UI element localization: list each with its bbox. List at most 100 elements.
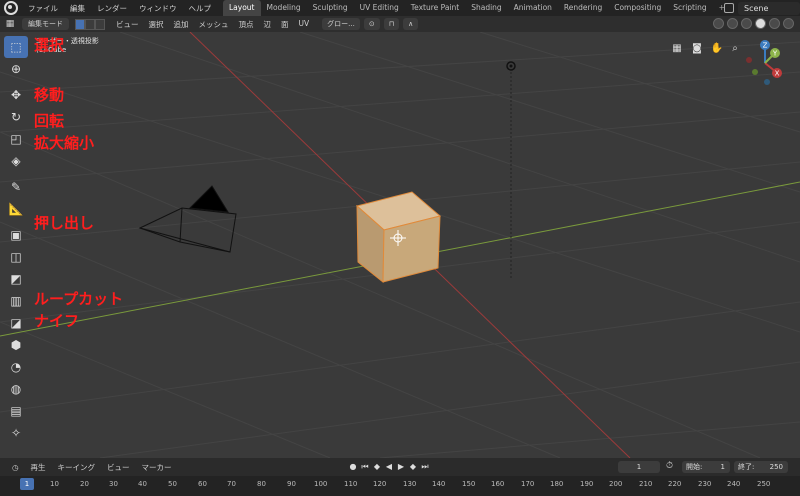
menu-uv[interactable]: UV <box>294 19 315 30</box>
move-icon[interactable]: ✥ <box>4 84 28 106</box>
solid-shading-icon[interactable] <box>755 18 766 29</box>
workspace-tabs: Layout Modeling Sculpting UV Editing Tex… <box>223 0 731 16</box>
tab-scripting[interactable]: Scripting <box>667 0 712 16</box>
menu-timeline-view[interactable]: ビュー <box>101 462 136 473</box>
tab-animation[interactable]: Animation <box>508 0 558 16</box>
vertex-select-icon[interactable] <box>75 18 85 30</box>
menu-file[interactable]: ファイル <box>22 3 64 14</box>
loop-cut-icon[interactable]: ▥ <box>4 290 28 312</box>
tab-layout[interactable]: Layout <box>223 0 261 16</box>
tick: 50 <box>168 480 177 488</box>
gizmo-z-label: Z <box>763 42 768 50</box>
menu-select[interactable]: 選択 <box>144 19 169 30</box>
tick: 150 <box>462 480 476 488</box>
annotation-loop-cut: ループカット <box>34 290 124 308</box>
transform-orientation-dropdown[interactable]: グロー... <box>322 18 360 30</box>
menu-face[interactable]: 面 <box>276 19 294 30</box>
end-frame-field[interactable]: 終了: 250 <box>734 461 788 473</box>
pivot-icon[interactable]: ⊙ <box>363 18 380 30</box>
tick: 240 <box>727 480 741 488</box>
transform-icon[interactable]: ◈ <box>4 150 28 172</box>
spin-icon[interactable]: ◔ <box>4 356 28 378</box>
menu-marker[interactable]: マーカー <box>136 462 178 473</box>
cursor-icon[interactable]: ⊕ <box>4 58 28 80</box>
menu-help[interactable]: ヘルプ <box>183 3 218 14</box>
material-shading-icon[interactable] <box>769 18 780 29</box>
tick: 140 <box>432 480 446 488</box>
tab-compositing[interactable]: Compositing <box>608 0 667 16</box>
tab-texture-paint[interactable]: Texture Paint <box>405 0 465 16</box>
menu-edge[interactable]: 辺 <box>259 19 277 30</box>
edge-select-icon[interactable] <box>85 18 95 30</box>
tick: 180 <box>550 480 564 488</box>
menu-playback[interactable]: 再生 <box>25 462 52 473</box>
wireframe-shading-icon[interactable] <box>741 18 752 29</box>
jump-start-icon[interactable]: ⏮ <box>360 461 370 472</box>
navigation-gizmo[interactable]: Z X Y <box>740 38 790 88</box>
timeline-ruler[interactable]: 1 10 20 30 40 50 60 70 80 90 100 110 120… <box>0 476 800 496</box>
editor-type-icon[interactable]: ▦ <box>4 19 16 29</box>
measure-icon[interactable]: 📐 <box>4 198 28 220</box>
snap-icon[interactable]: ⊓ <box>383 18 400 30</box>
edge-slide-icon[interactable]: ▤ <box>4 400 28 422</box>
tick: 100 <box>314 480 328 488</box>
scene-icon[interactable] <box>724 3 734 13</box>
stopwatch-icon[interactable]: ⏱ <box>666 461 673 471</box>
extrude-icon[interactable]: ▣ <box>4 224 28 246</box>
camera-view-icon[interactable]: ▦ <box>670 42 684 56</box>
prev-key-icon[interactable]: ◆ <box>372 461 382 472</box>
menu-mesh[interactable]: メッシュ <box>194 19 234 30</box>
record-icon[interactable]: ● <box>348 461 358 472</box>
menu-keying[interactable]: キーイング <box>52 462 102 473</box>
select-box-icon[interactable]: ⬚ <box>4 36 28 58</box>
jump-end-icon[interactable]: ⏭ <box>420 461 430 472</box>
next-key-icon[interactable]: ◆ <box>408 461 418 472</box>
face-select-icon[interactable] <box>95 18 105 30</box>
scale-icon[interactable]: ◰ <box>4 128 28 150</box>
rendered-shading-icon[interactable] <box>783 18 794 29</box>
tab-modeling[interactable]: Modeling <box>261 0 307 16</box>
overlay-icon[interactable] <box>713 18 724 29</box>
tick: 90 <box>287 480 296 488</box>
menu-add[interactable]: 追加 <box>169 19 194 30</box>
rotate-icon[interactable]: ↻ <box>4 106 28 128</box>
menu-window[interactable]: ウィンドウ <box>133 3 183 14</box>
annotate-icon[interactable]: ✎ <box>4 176 28 198</box>
menu-edit[interactable]: 編集 <box>64 3 91 14</box>
tick: 210 <box>639 480 653 488</box>
xray-icon[interactable] <box>727 18 738 29</box>
shrink-fatten-icon[interactable]: ✧ <box>4 422 28 444</box>
pan-icon[interactable]: ✋ <box>710 42 724 56</box>
blender-logo-icon[interactable] <box>4 1 18 15</box>
current-frame-field[interactable]: 1 <box>618 461 660 473</box>
proportional-edit-icon[interactable]: ∧ <box>403 18 419 30</box>
playhead[interactable]: 1 <box>20 478 34 490</box>
mode-selector[interactable]: 編集モード <box>22 18 69 30</box>
annotation-select: 選択 <box>34 36 65 54</box>
menu-render[interactable]: レンダー <box>91 3 133 14</box>
knife-icon[interactable]: ◪ <box>4 312 28 334</box>
tab-uv-editing[interactable]: UV Editing <box>354 0 405 16</box>
smooth-icon[interactable]: ◍ <box>4 378 28 400</box>
play-reverse-icon[interactable]: ◀ <box>384 461 394 472</box>
play-icon[interactable]: ▶ <box>396 461 406 472</box>
tick: 110 <box>344 480 358 488</box>
tab-sculpting[interactable]: Sculpting <box>307 0 354 16</box>
3d-viewport[interactable]: ユーザー・透視投影 (1) Cube ⬚ ⊕ ✥ ↻ ◰ ◈ ✎ 📐 ▣ ◫ ◩… <box>0 32 800 458</box>
timeline-editor-icon[interactable]: ◷ <box>6 463 25 472</box>
tab-shading[interactable]: Shading <box>465 0 507 16</box>
camera-object <box>138 185 237 253</box>
scene-name-field[interactable]: Scene <box>738 1 800 15</box>
end-value: 250 <box>769 463 783 471</box>
camera-icon[interactable]: ◙ <box>690 42 704 56</box>
menu-view[interactable]: ビュー <box>111 19 144 30</box>
bevel-icon[interactable]: ◩ <box>4 268 28 290</box>
start-frame-field[interactable]: 開始: 1 <box>682 461 730 473</box>
tab-rendering[interactable]: Rendering <box>558 0 608 16</box>
poly-build-icon[interactable]: ⬢ <box>4 334 28 356</box>
tick: 20 <box>80 480 89 488</box>
shading-buttons <box>710 18 794 29</box>
inset-icon[interactable]: ◫ <box>4 246 28 268</box>
menu-vertex[interactable]: 頂点 <box>234 19 259 30</box>
tick: 190 <box>580 480 594 488</box>
